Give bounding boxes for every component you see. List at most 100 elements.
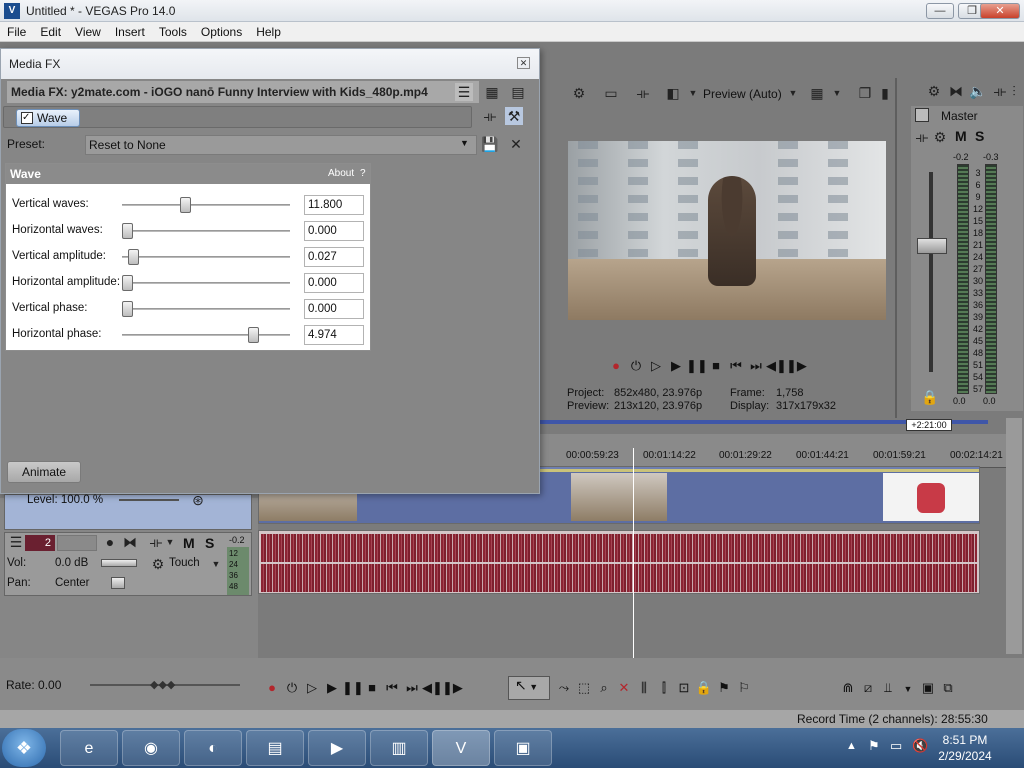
action-center-flag-icon[interactable]: ⚑ xyxy=(868,738,880,754)
menu-help[interactable]: Help xyxy=(249,22,288,39)
param-value-input[interactable]: 4.974 xyxy=(304,325,364,345)
close-button[interactable]: ✕ xyxy=(980,3,1020,19)
firefox-icon[interactable]: ◉ xyxy=(122,730,180,766)
automation-gear-icon[interactable]: ⚙ xyxy=(149,555,167,573)
edit-tool-dropdown[interactable]: ↖ ▼ xyxy=(508,676,550,700)
media-fx-close-button[interactable]: ✕ xyxy=(517,57,530,69)
go-to-end-icon[interactable]: ⏭ xyxy=(746,358,766,374)
param-slider-track[interactable] xyxy=(122,230,290,232)
plugin-chain-icon[interactable]: ⟛ xyxy=(481,107,499,125)
menu-tools[interactable]: Tools xyxy=(152,22,194,39)
menu-file[interactable]: File xyxy=(0,22,33,39)
invert-phase-icon[interactable]: ⧓ xyxy=(121,533,139,551)
animate-button[interactable]: Animate xyxy=(7,461,81,483)
stop-icon[interactable]: ■ xyxy=(362,680,382,695)
marker-icon[interactable]: ⚑ xyxy=(714,680,734,696)
playhead-cursor[interactable] xyxy=(633,448,634,658)
param-value-input[interactable]: 0.027 xyxy=(304,247,364,267)
menu-insert[interactable]: Insert xyxy=(108,22,152,39)
previous-frame-icon[interactable]: ◀❚ xyxy=(422,680,443,696)
audio-mute-button[interactable]: M xyxy=(183,535,195,551)
start-button[interactable]: ❖ xyxy=(2,729,46,767)
loop-icon[interactable]: ⏻ xyxy=(626,358,646,374)
auto-ripple-icon[interactable]: ⫫ xyxy=(878,680,898,696)
master-insert-fx-icon[interactable]: ⟛ xyxy=(913,128,931,146)
audio-fx-dropdown-icon[interactable]: ▼ xyxy=(161,533,179,551)
param-value-input[interactable]: 0.000 xyxy=(304,221,364,241)
about-link[interactable]: About xyxy=(328,168,354,179)
master-mute-button[interactable]: M xyxy=(955,128,967,144)
preset-chevron-down-icon[interactable]: ▼ xyxy=(460,138,469,148)
media-player-icon[interactable]: ▶ xyxy=(308,730,366,766)
split-dropdown-icon[interactable]: ▼ xyxy=(684,84,702,102)
network-icon[interactable]: ▭ xyxy=(890,738,902,754)
play-icon[interactable]: ▶ xyxy=(322,680,342,696)
timeline-vertical-scrollbar[interactable] xyxy=(1006,418,1022,654)
remove-plugin-icon[interactable]: ⚒ xyxy=(505,107,523,125)
param-slider-track[interactable] xyxy=(122,334,290,336)
volume-muted-icon[interactable]: 🔇 xyxy=(912,738,928,754)
pan-slider[interactable] xyxy=(111,577,125,589)
param-value-input[interactable]: 11.800 xyxy=(304,195,364,215)
arm-record-icon[interactable]: ● xyxy=(101,533,119,551)
media-fx-titlebar[interactable]: Media FX ✕ xyxy=(1,49,539,79)
play-from-start-icon[interactable]: ▷ xyxy=(302,680,322,696)
menu-view[interactable]: View xyxy=(68,22,108,39)
zoom-tool-icon[interactable]: ⌕ xyxy=(594,680,614,696)
preview-quality-dropdown[interactable]: Preview (Auto) xyxy=(703,87,782,101)
speaker-icon[interactable]: 🔈 xyxy=(969,82,987,100)
minimize-button[interactable]: — xyxy=(926,3,954,19)
auto-crossfade-icon[interactable]: ⧄ xyxy=(858,680,878,696)
master-settings-gear-icon[interactable]: ⚙ xyxy=(925,82,943,100)
audio-track-minimize-icon[interactable]: ☰ xyxy=(7,533,25,551)
next-frame-icon[interactable]: ❚▶ xyxy=(442,680,463,696)
automation-mode-chevron-icon[interactable]: ▼ xyxy=(207,555,225,573)
record-icon[interactable]: ● xyxy=(606,358,626,373)
menu-options[interactable]: Options xyxy=(194,22,249,39)
param-slider-track[interactable] xyxy=(122,282,290,284)
taskbar-clock[interactable]: 8:51 PM 2/29/2024 xyxy=(930,732,1000,764)
ripple-dropdown-icon[interactable]: ▼ xyxy=(898,684,918,694)
save-preset-icon[interactable]: 💾 xyxy=(481,135,499,153)
play-from-start-icon[interactable]: ▷ xyxy=(646,358,666,374)
rate-slider-knob-icon[interactable]: ◆◆◆ xyxy=(150,678,175,691)
downmix-icon[interactable]: ⧓ xyxy=(947,82,965,100)
param-slider-thumb[interactable] xyxy=(179,197,191,213)
record-icon[interactable]: ● xyxy=(262,680,282,695)
help-button[interactable]: ? xyxy=(360,168,366,179)
go-to-end-icon[interactable]: ⏭ xyxy=(402,680,422,696)
param-slider-thumb[interactable] xyxy=(122,275,133,291)
master-lock-icon[interactable]: 🔒 xyxy=(921,388,939,406)
wave-fx-chip[interactable]: ✓ Wave xyxy=(16,109,80,127)
mixer-icon[interactable]: ⫶ xyxy=(1005,82,1023,100)
ignore-grouping-icon[interactable]: ⧉ xyxy=(938,680,958,696)
play-icon[interactable]: ▶ xyxy=(666,358,686,374)
param-slider-thumb[interactable] xyxy=(248,327,260,343)
param-slider-thumb[interactable] xyxy=(122,223,133,239)
computer-app-icon[interactable]: ▣ xyxy=(494,730,552,766)
audio-track-name-field[interactable] xyxy=(57,535,97,551)
split-view-icon[interactable]: ◧ xyxy=(664,84,682,102)
go-to-start-icon[interactable]: ⏮ xyxy=(382,680,402,696)
previous-frame-icon[interactable]: ◀❚ xyxy=(766,358,787,374)
split-screen-icon[interactable]: ⟛ xyxy=(634,84,652,102)
audio-solo-button[interactable]: S xyxy=(205,535,214,551)
audio-waveform-right[interactable] xyxy=(261,564,977,592)
master-solo-button[interactable]: S xyxy=(975,128,984,144)
list-view-icon[interactable]: ▤ xyxy=(509,83,527,101)
internet-explorer-icon[interactable]: e xyxy=(60,730,118,766)
preview-quality-chevron-down-icon[interactable]: ▼ xyxy=(784,84,802,102)
grid-view-icon[interactable]: ▦ xyxy=(483,83,501,101)
split-icon[interactable]: ⫿ xyxy=(654,680,674,696)
save-snapshot-icon[interactable]: ▮ xyxy=(876,84,894,102)
automation-mode-dropdown[interactable]: Touch xyxy=(169,557,200,569)
param-value-input[interactable]: 0.000 xyxy=(304,273,364,293)
delete-preset-icon[interactable]: ✕ xyxy=(507,135,525,153)
param-slider-thumb[interactable] xyxy=(128,249,140,265)
video-level-slider[interactable] xyxy=(119,499,179,501)
audio-waveform-left[interactable] xyxy=(261,534,977,562)
volume-slider[interactable] xyxy=(101,559,137,567)
lock-icon[interactable]: 🔒 xyxy=(694,680,714,696)
overlays-grid-icon[interactable]: ▦ xyxy=(808,84,826,102)
winrar-icon[interactable]: ▥ xyxy=(370,730,428,766)
